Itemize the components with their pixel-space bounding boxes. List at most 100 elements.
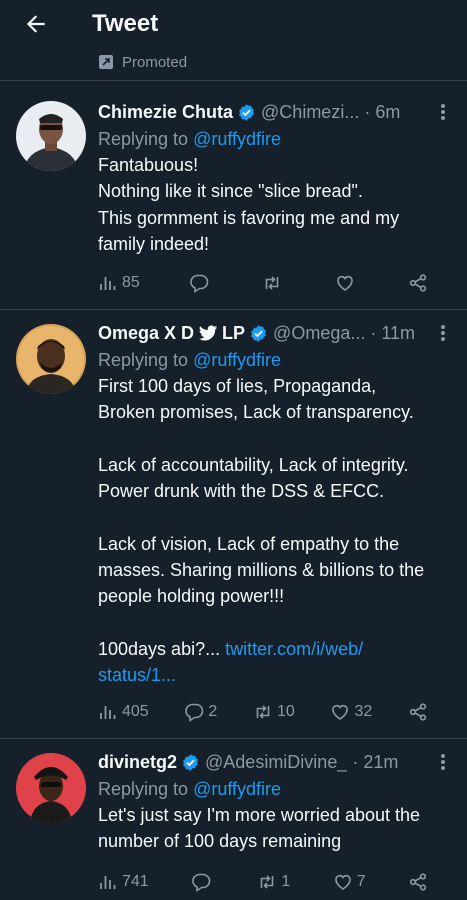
tweet-text-line: Let's just say I'm more worried about th… [98, 805, 421, 825]
reply-icon [192, 873, 211, 892]
reply-icon [190, 274, 209, 293]
retweet-button[interactable]: 1 [257, 872, 290, 892]
replying-to: Replying to @ruffydfire [98, 776, 453, 802]
tweet-text-line: masses. Sharing millions & billions to t… [98, 560, 425, 581]
retweet-count: 10 [276, 703, 295, 720]
user-handle[interactable]: @Chimezi... [261, 102, 359, 123]
promoted-icon [99, 55, 113, 69]
back-arrow-icon [26, 15, 45, 33]
timestamp[interactable]: · 21m [352, 752, 398, 773]
user-handle[interactable]: @Omega... [273, 323, 365, 344]
reply-tweet[interactable]: Chimezie Chuta @Chimezi... · 6m Replying… [0, 81, 467, 309]
more-button[interactable] [433, 750, 453, 774]
like-count: 32 [354, 703, 373, 720]
tweet-link-continued[interactable]: status/1... [98, 665, 176, 685]
avatar[interactable] [16, 101, 86, 171]
tweet-content: divinetg2 @AdesimiDivine_ · 21m Replying… [98, 750, 453, 855]
promoted-label: Promoted [122, 53, 188, 71]
timestamp[interactable]: · 6m [364, 102, 400, 123]
like-button[interactable]: 7 [333, 872, 366, 892]
reply-count: 2 [208, 703, 218, 720]
retweet-button[interactable] [262, 273, 286, 293]
like-count: 7 [356, 873, 366, 890]
verified-badge-icon [239, 103, 254, 121]
avatar[interactable] [16, 753, 86, 823]
views-icon [100, 706, 116, 719]
tweet-text-line: 100days abi?... twitter.com/i/web/ [98, 636, 453, 662]
tweet-header: Chimezie Chuta @Chimezi... · 6m [98, 100, 453, 124]
verified-badge-icon [183, 753, 198, 771]
more-icon [441, 104, 445, 120]
retweet-icon [261, 875, 274, 889]
share-button[interactable] [408, 702, 428, 722]
replying-to-label: Replying to [98, 779, 194, 799]
views-icon [100, 876, 116, 889]
tweet-actions: 85 [98, 271, 428, 295]
tweet-actions: 741 1 7 [98, 870, 428, 894]
avatar[interactable] [16, 324, 86, 394]
display-name-part2[interactable]: LP [222, 323, 245, 344]
back-button[interactable] [0, 0, 72, 48]
retweet-icon [256, 705, 270, 719]
more-icon [441, 325, 445, 341]
tweet-text: Fantabuous! Nothing like it since "slice… [98, 152, 453, 257]
reply-tweet[interactable]: Omega X D LP @Omega... · 11m Replying to… [0, 310, 467, 738]
user-handle[interactable]: @AdesimiDivine_ [205, 752, 347, 773]
like-icon [332, 704, 349, 720]
more-icon [441, 754, 445, 770]
share-icon [409, 703, 427, 721]
tweet-header: divinetg2 @AdesimiDivine_ · 21m [98, 750, 453, 774]
tweet-text-line: people holding power!!! [98, 586, 285, 607]
mention-link[interactable]: @ruffydfire [193, 129, 281, 149]
tweet-text-line: Lack of accountability, Lack of integrit… [98, 454, 409, 475]
views-button[interactable]: 741 [98, 872, 149, 892]
retweet-button[interactable]: 10 [253, 702, 295, 722]
like-icon [334, 874, 351, 890]
tweet-content: Chimezie Chuta @Chimezi... · 6m Replying… [98, 100, 453, 257]
avatar-image [16, 753, 86, 823]
share-button[interactable] [408, 273, 428, 293]
reply-button[interactable] [189, 273, 213, 293]
tweet-text-line: Power drunk with the DSS & EFCC. [98, 481, 385, 502]
avatar-image [16, 324, 86, 394]
tweet-text-line [98, 426, 453, 452]
replying-to: Replying to @ruffydfire [98, 347, 453, 373]
tweet-header: Omega X D LP @Omega... · 11m [98, 321, 453, 345]
retweet-icon [265, 276, 279, 290]
views-button[interactable]: 405 [98, 702, 149, 722]
mention-link[interactable]: @ruffydfire [193, 350, 281, 370]
share-button[interactable] [408, 872, 428, 892]
reply-tweet[interactable]: divinetg2 @AdesimiDivine_ · 21m Replying… [0, 739, 467, 900]
top-bar: Tweet [0, 0, 467, 48]
replying-to-label: Replying to [98, 350, 194, 370]
like-button[interactable]: 32 [330, 702, 372, 722]
like-icon [337, 275, 353, 291]
tweet-content: Omega X D LP @Omega... · 11m Replying to… [98, 321, 453, 689]
display-name[interactable]: divinetg2 [98, 752, 177, 773]
tweet-text-fragment: 100days abi?... [98, 638, 226, 659]
reply-button[interactable] [191, 872, 215, 892]
tweet-link[interactable]: twitter.com/i/web/ [225, 639, 363, 659]
more-button[interactable] [433, 100, 453, 124]
timestamp[interactable]: · 11m [370, 323, 415, 344]
views-button[interactable]: 85 [98, 273, 140, 293]
tweet-text: First 100 days of lies, Propaganda, Brok… [98, 373, 453, 689]
share-icon [409, 873, 427, 891]
more-button[interactable] [433, 321, 453, 345]
like-button[interactable] [335, 273, 359, 293]
mention-link[interactable]: @ruffydfire [193, 779, 281, 799]
reply-button[interactable]: 2 [184, 702, 217, 722]
display-name[interactable]: Chimezie Chuta [98, 102, 233, 123]
verified-badge-icon [251, 324, 266, 342]
tweet-detail-screen: Tweet Promoted Chimezie Chuta @Chimezi..… [0, 0, 467, 900]
promoted-label-row: Promoted [98, 52, 187, 72]
avatar-image [16, 101, 86, 171]
reply-icon [185, 703, 204, 722]
views-count: 85 [122, 274, 140, 291]
page-title: Tweet [92, 10, 159, 37]
views-count: 741 [122, 873, 149, 890]
tweet-text-line: Lack of vision, Lack of empathy to the [98, 533, 400, 554]
replying-to-label: Replying to [98, 129, 194, 149]
tweet-text-line: Nothing like it since "slice bread". [98, 181, 363, 202]
display-name-part1[interactable]: Omega X D [98, 323, 194, 344]
